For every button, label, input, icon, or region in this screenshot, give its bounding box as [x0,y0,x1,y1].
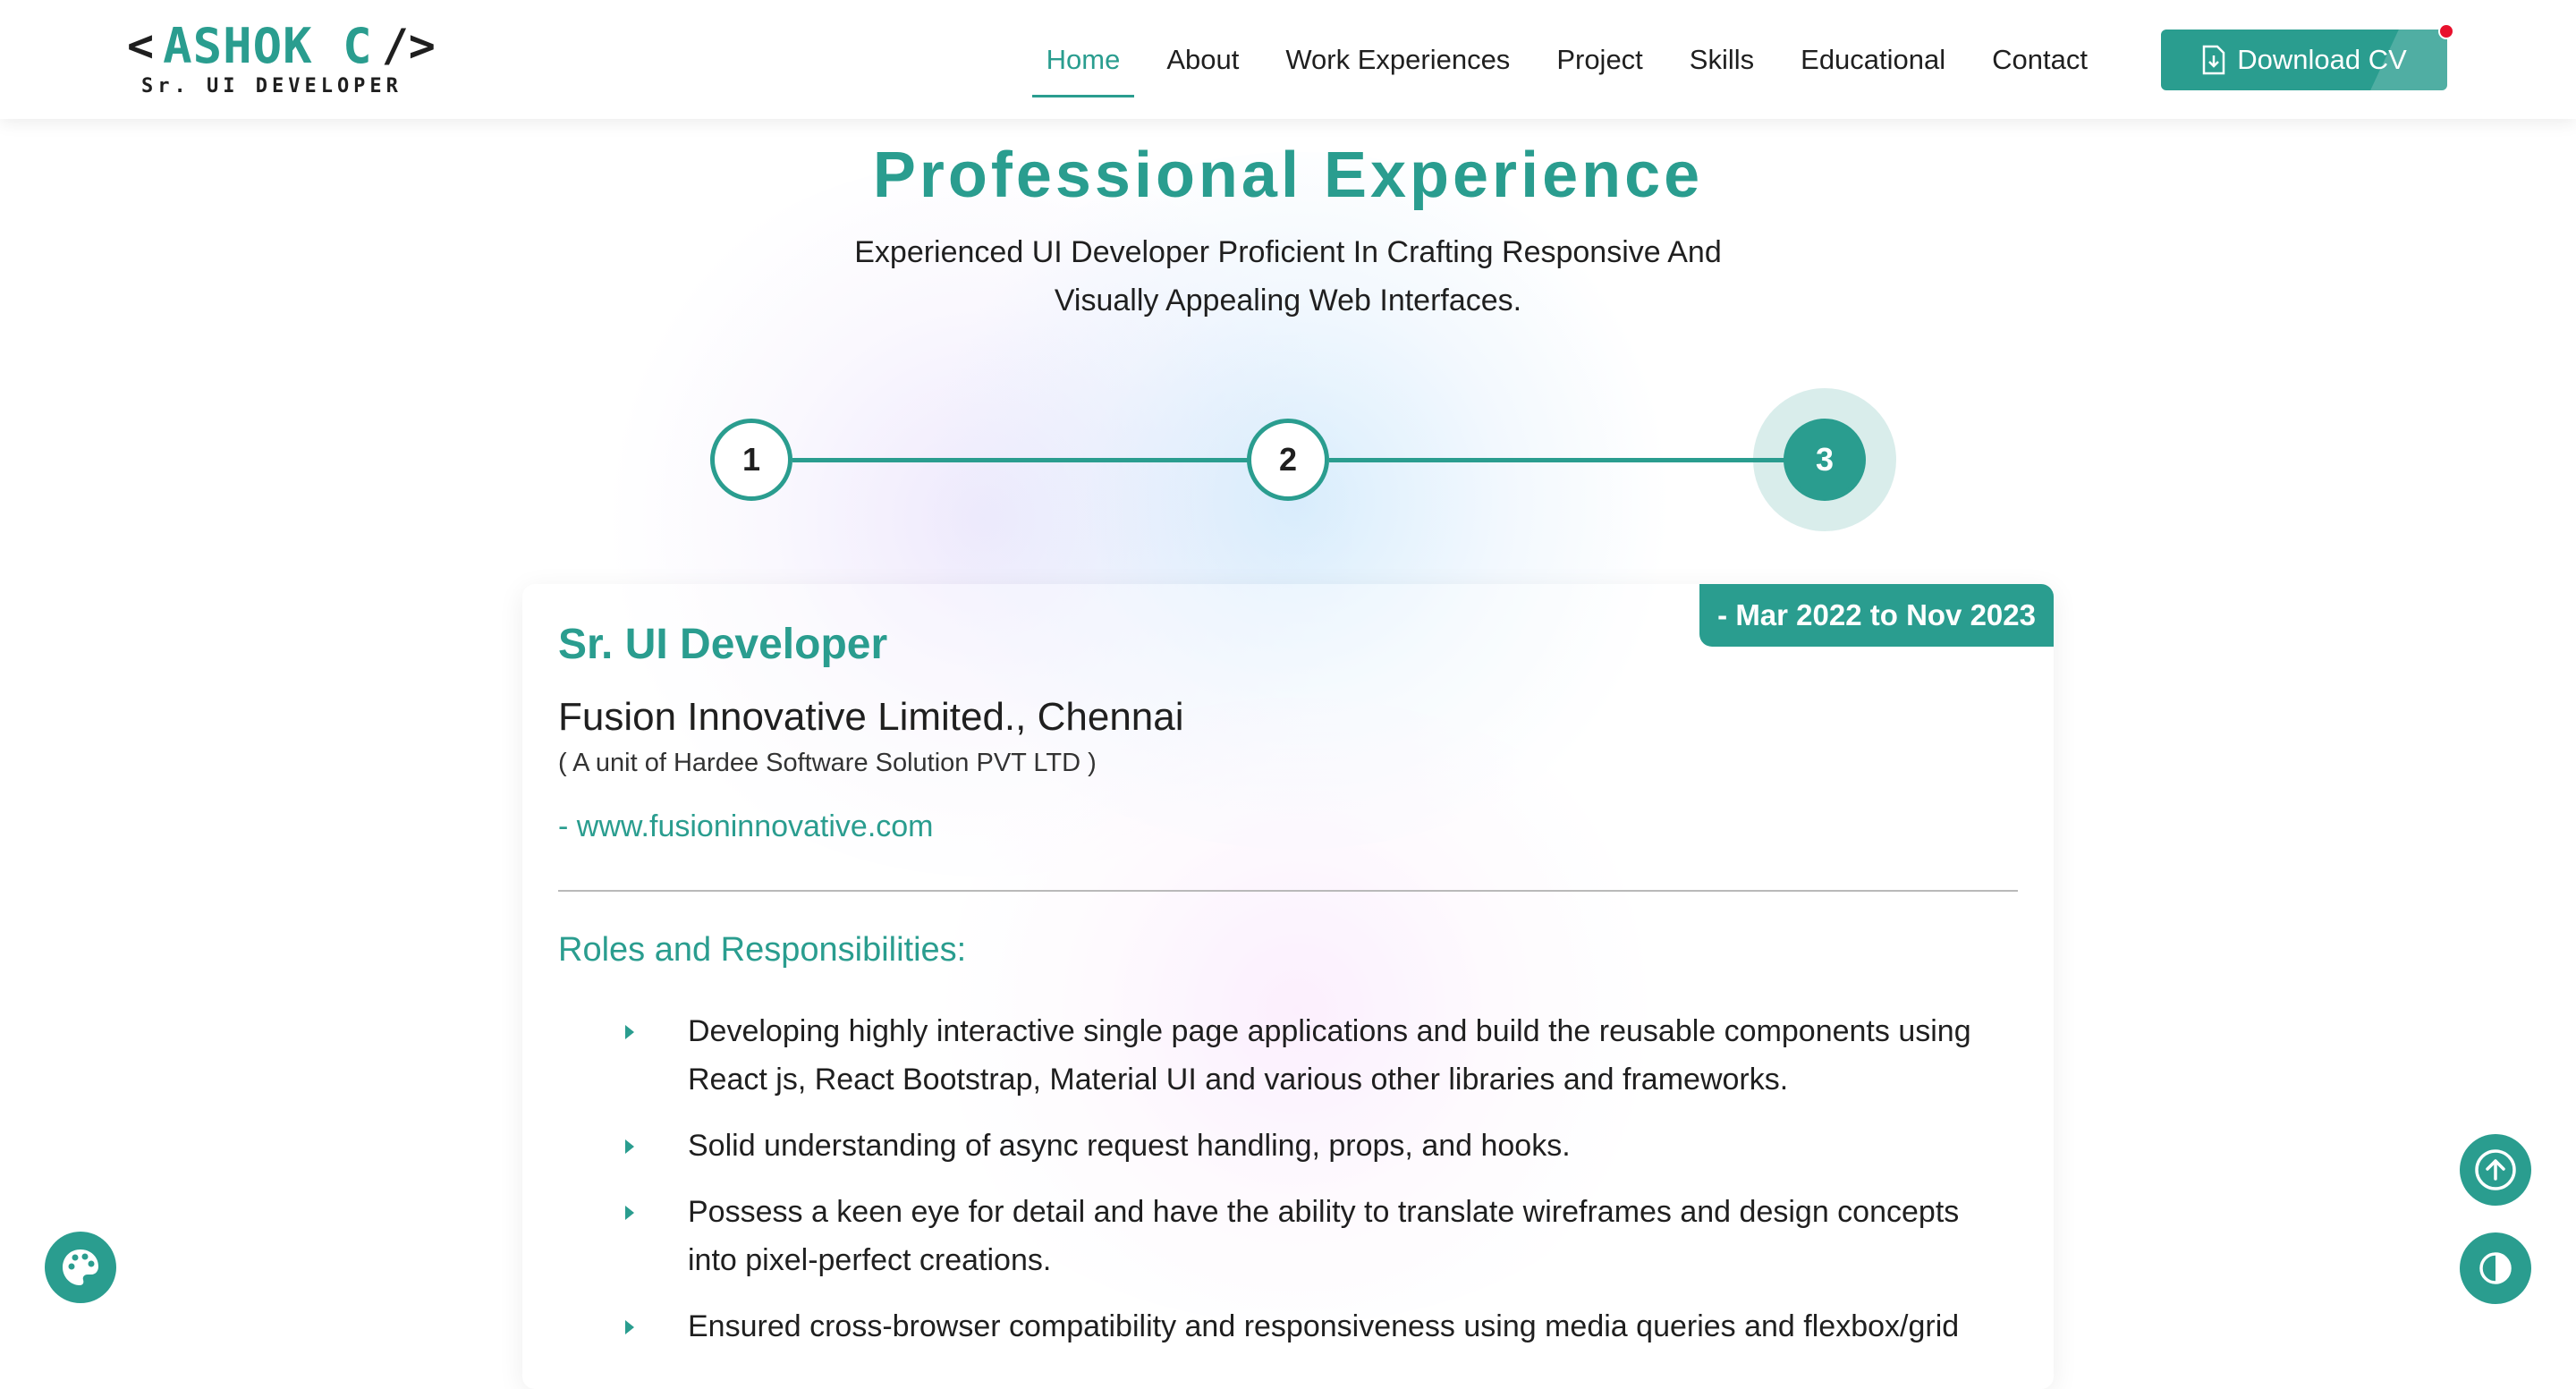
list-item: Possess a keen eye for detail and have t… [625,1188,1985,1284]
roles-title: Roles and Responsibilities: [558,931,967,969]
logo-open-bracket: < [127,20,155,72]
stepper-line-2 [1329,458,1787,462]
site-header: < ASHOK C /> Sr. UI DEVELOPER Home About… [0,0,2576,119]
company-website-link[interactable]: - www.fusioninnovative.com [558,809,934,844]
caret-right-icon [625,1320,634,1334]
arrow-up-circle-icon [2475,1149,2516,1190]
caret-right-icon [625,1206,634,1220]
download-cv-button[interactable]: Download CV [2161,30,2447,90]
notification-dot [2438,23,2454,39]
list-item: Developing highly interactive single pag… [625,1007,1985,1104]
download-cv-label: Download CV [2237,44,2407,75]
role-text: Possess a keen eye for detail and have t… [688,1195,1960,1277]
role-text: Developing highly interactive single pag… [688,1014,1971,1097]
date-badge: - Mar 2022 to Nov 2023 [1699,584,2054,647]
theme-toggle-button[interactable] [2460,1232,2531,1304]
company-name: Fusion Innovative Limited., Chennai [558,695,1184,739]
logo[interactable]: < ASHOK C /> Sr. UI DEVELOPER [127,17,436,98]
contrast-icon [2479,1252,2512,1284]
logo-name: ASHOK C [163,17,373,74]
stepper-line-1 [792,458,1250,462]
step-2[interactable]: 2 [1247,419,1329,501]
nav-item-work-experiences[interactable]: Work Experiences [1271,0,1524,119]
company-unit: ( A unit of Hardee Software Solution PVT… [558,749,1097,777]
job-title: Sr. UI Developer [558,621,888,668]
nav-item-educational[interactable]: Educational [1786,0,1960,119]
palette-icon [63,1249,98,1285]
role-text: Solid understanding of async request han… [688,1129,1571,1163]
caret-right-icon [625,1139,634,1154]
step-3[interactable]: 3 [1784,419,1866,501]
nav-item-contact[interactable]: Contact [1978,0,2102,119]
nav-item-skills[interactable]: Skills [1675,0,1768,119]
main-nav: Home About Work Experiences Project Skil… [1023,0,2111,119]
nav-item-home[interactable]: Home [1031,0,1135,119]
list-item: Ensured cross-browser compatibility and … [625,1302,1985,1351]
role-text: Ensured cross-browser compatibility and … [688,1309,1960,1343]
nav-item-about[interactable]: About [1152,0,1253,119]
caret-right-icon [625,1025,634,1039]
file-download-icon [2202,45,2225,75]
section-title: Professional Experience [872,140,1704,211]
logo-subtitle: Sr. UI DEVELOPER [141,75,402,97]
section-subtitle: Experienced UI Developer Proficient In C… [854,235,1722,318]
color-palette-button[interactable] [45,1232,116,1303]
scroll-to-top-button[interactable] [2460,1134,2531,1206]
experience-card: - Mar 2022 to Nov 2023 Sr. UI Developer … [522,584,2054,1389]
list-item: Solid understanding of async request han… [625,1122,1985,1170]
nav-item-project[interactable]: Project [1542,0,1657,119]
divider [558,890,2018,892]
step-1[interactable]: 1 [710,419,792,501]
roles-list: Developing highly interactive single pag… [625,1007,1985,1368]
logo-close-bracket: /> [381,20,436,72]
